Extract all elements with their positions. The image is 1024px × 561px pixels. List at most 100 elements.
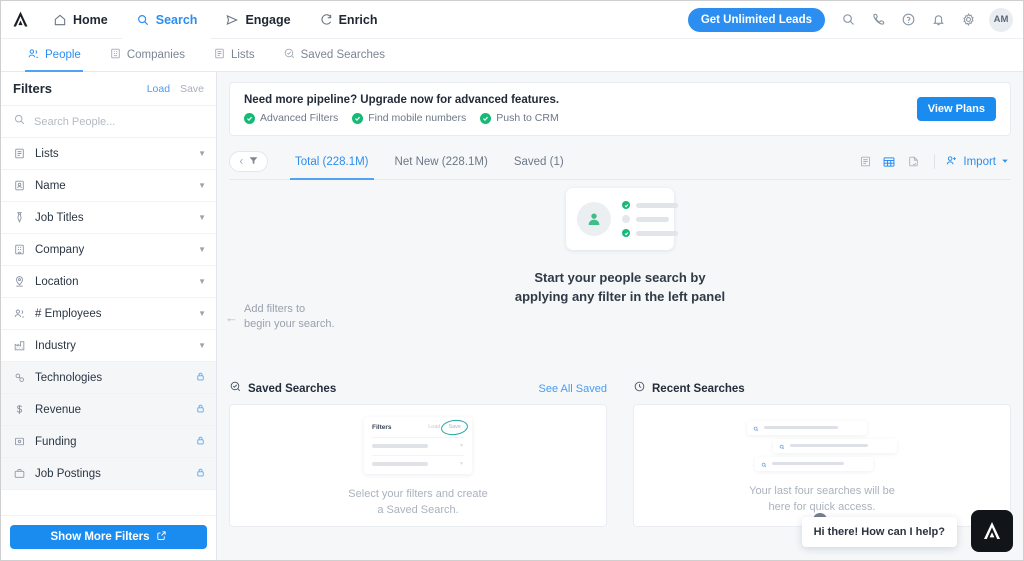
search-icon	[136, 13, 150, 27]
nav-item-home-label: Home	[73, 12, 108, 27]
apollo-logo-icon[interactable]	[1, 1, 39, 39]
placeholder-bar	[636, 216, 669, 222]
filter-row-name[interactable]: Name ▼	[1, 170, 216, 202]
tab-people-label: People	[45, 49, 81, 61]
get-unlimited-leads-button[interactable]: Get Unlimited Leads	[687, 7, 825, 32]
filters-sidebar: Filters Load Save Lists ▼ Name ▼	[1, 72, 217, 560]
chevron-down-icon[interactable]: ▼	[198, 213, 206, 222]
filter-row-lists[interactable]: Lists ▼	[1, 138, 216, 170]
results-tabbar: Total (228.1M) Net New (228.1M) Saved (1…	[229, 144, 1011, 180]
saved-searches-panel: Filters Load Save ▼ ▼ Select your filter…	[229, 404, 607, 527]
avatar[interactable]: AM	[989, 7, 1013, 32]
see-all-saved-link[interactable]: See All Saved	[539, 383, 608, 395]
nav-item-engage-label: Engage	[245, 12, 291, 27]
search-icon	[13, 113, 26, 131]
check-icon	[622, 201, 630, 209]
placeholder-bar	[372, 462, 428, 466]
load-filters-link[interactable]: Load	[147, 83, 170, 95]
divider	[934, 154, 936, 169]
tab-saved-searches[interactable]: Saved Searches	[269, 39, 399, 72]
view-plans-button[interactable]: View Plans	[916, 97, 996, 121]
top-navigation-bar: Home Search Engage Enrich Get Unlimited …	[1, 0, 1023, 40]
nav-item-home[interactable]: Home	[39, 1, 122, 39]
nav-item-search[interactable]: Search	[121, 0, 212, 40]
chevron-down-icon: ▼	[459, 443, 464, 449]
empty-state-title-line-1: Start your people search by	[534, 270, 706, 285]
bell-icon[interactable]	[925, 7, 951, 33]
saved-searches-section: Saved Searches See All Saved Filters Loa…	[229, 380, 607, 527]
filter-row-employees[interactable]: # Employees ▼	[1, 298, 216, 330]
filter-row-funding-label: Funding	[35, 435, 77, 448]
chevron-down-icon[interactable]: ▼	[198, 341, 206, 350]
recent-searches-header: Recent Searches	[633, 380, 1011, 398]
phone-icon[interactable]	[865, 7, 891, 33]
table-view-icon[interactable]	[878, 151, 900, 173]
chevron-down-icon[interactable]: ▼	[198, 277, 206, 286]
empty-state: Start your people search by applying any…	[217, 188, 1023, 306]
empty-state-title: Start your people search by applying any…	[515, 268, 725, 306]
pin-icon	[13, 275, 26, 288]
tab-people[interactable]: People	[13, 39, 95, 72]
filter-row-job-titles[interactable]: Job Titles ▼	[1, 202, 216, 234]
saved-searches-illustration: Filters Load Save ▼ ▼	[364, 417, 472, 474]
filter-row-funding[interactable]: Funding	[1, 426, 216, 458]
placeholder-bar	[764, 426, 838, 429]
search-icon	[779, 437, 785, 455]
filter-row-company-label: Company	[35, 243, 85, 256]
collapse-filters-button[interactable]	[229, 151, 268, 172]
import-button[interactable]: Import	[945, 154, 1011, 170]
tab-net-new[interactable]: Net New (228.1M)	[382, 144, 501, 180]
saved-searches-empty-line-1: Select your filters and create	[348, 488, 488, 500]
check-icon	[352, 112, 364, 124]
chat-greeting-bubble[interactable]: Hi there! How can I help?	[801, 517, 957, 547]
filter-row-revenue[interactable]: Revenue	[1, 394, 216, 426]
filter-row-revenue-label: Revenue	[35, 403, 82, 416]
chevron-down-icon[interactable]: ▼	[198, 309, 206, 318]
person-icon	[577, 202, 611, 236]
export-view-icon[interactable]	[902, 151, 924, 173]
help-icon[interactable]	[895, 7, 921, 33]
tab-total[interactable]: Total (228.1M)	[282, 144, 382, 180]
list-view-icon[interactable]	[854, 151, 876, 173]
lock-icon	[195, 401, 206, 419]
feature-push-to-crm: Push to CRM	[480, 112, 559, 124]
hint-line-2: begin your search.	[244, 318, 335, 330]
building-icon	[109, 47, 122, 63]
lock-icon	[195, 369, 206, 387]
external-link-icon	[156, 530, 167, 544]
check-icon	[622, 229, 630, 237]
filter-row-technologies[interactable]: Technologies	[1, 362, 216, 394]
funnel-icon	[248, 153, 259, 171]
nav-item-enrich[interactable]: Enrich	[305, 1, 392, 39]
recent-searches-title: Recent Searches	[652, 383, 745, 395]
feature-advanced-filters: Advanced Filters	[244, 112, 338, 124]
empty-circle-icon	[622, 215, 630, 223]
tab-saved[interactable]: Saved (1)	[501, 144, 577, 180]
nav-item-engage[interactable]: Engage	[211, 1, 304, 39]
filter-row-job-postings[interactable]: Job Postings	[1, 458, 216, 490]
show-more-filters-button[interactable]: Show More Filters	[10, 525, 207, 549]
gear-icon[interactable]	[955, 7, 981, 33]
filter-row-location[interactable]: Location ▼	[1, 266, 216, 298]
chevron-down-icon[interactable]: ▼	[198, 149, 206, 158]
placeholder-bar	[772, 462, 844, 465]
save-filters-link[interactable]: Save	[180, 83, 204, 95]
chevron-down-icon[interactable]: ▼	[198, 181, 206, 190]
filter-row-company[interactable]: Company ▼	[1, 234, 216, 266]
tab-companies[interactable]: Companies	[95, 39, 199, 72]
illustration-row	[755, 456, 873, 471]
building-icon	[13, 243, 26, 256]
tab-lists[interactable]: Lists	[199, 39, 269, 72]
upgrade-banner-features: Advanced Filters Find mobile numbers Pus…	[244, 112, 559, 124]
illustration-row	[773, 437, 897, 455]
filter-row-technologies-label: Technologies	[35, 371, 103, 384]
chevron-down-icon: ▼	[459, 461, 464, 467]
import-button-label: Import	[963, 155, 996, 168]
sidebar-spacer	[1, 490, 216, 516]
search-people-input[interactable]	[34, 115, 204, 128]
search-icon[interactable]	[835, 7, 861, 33]
filter-row-industry[interactable]: Industry ▼	[1, 330, 216, 362]
show-more-filters-label: Show More Filters	[50, 531, 150, 543]
chat-launcher-button[interactable]	[971, 510, 1013, 552]
chevron-down-icon[interactable]: ▼	[198, 245, 206, 254]
